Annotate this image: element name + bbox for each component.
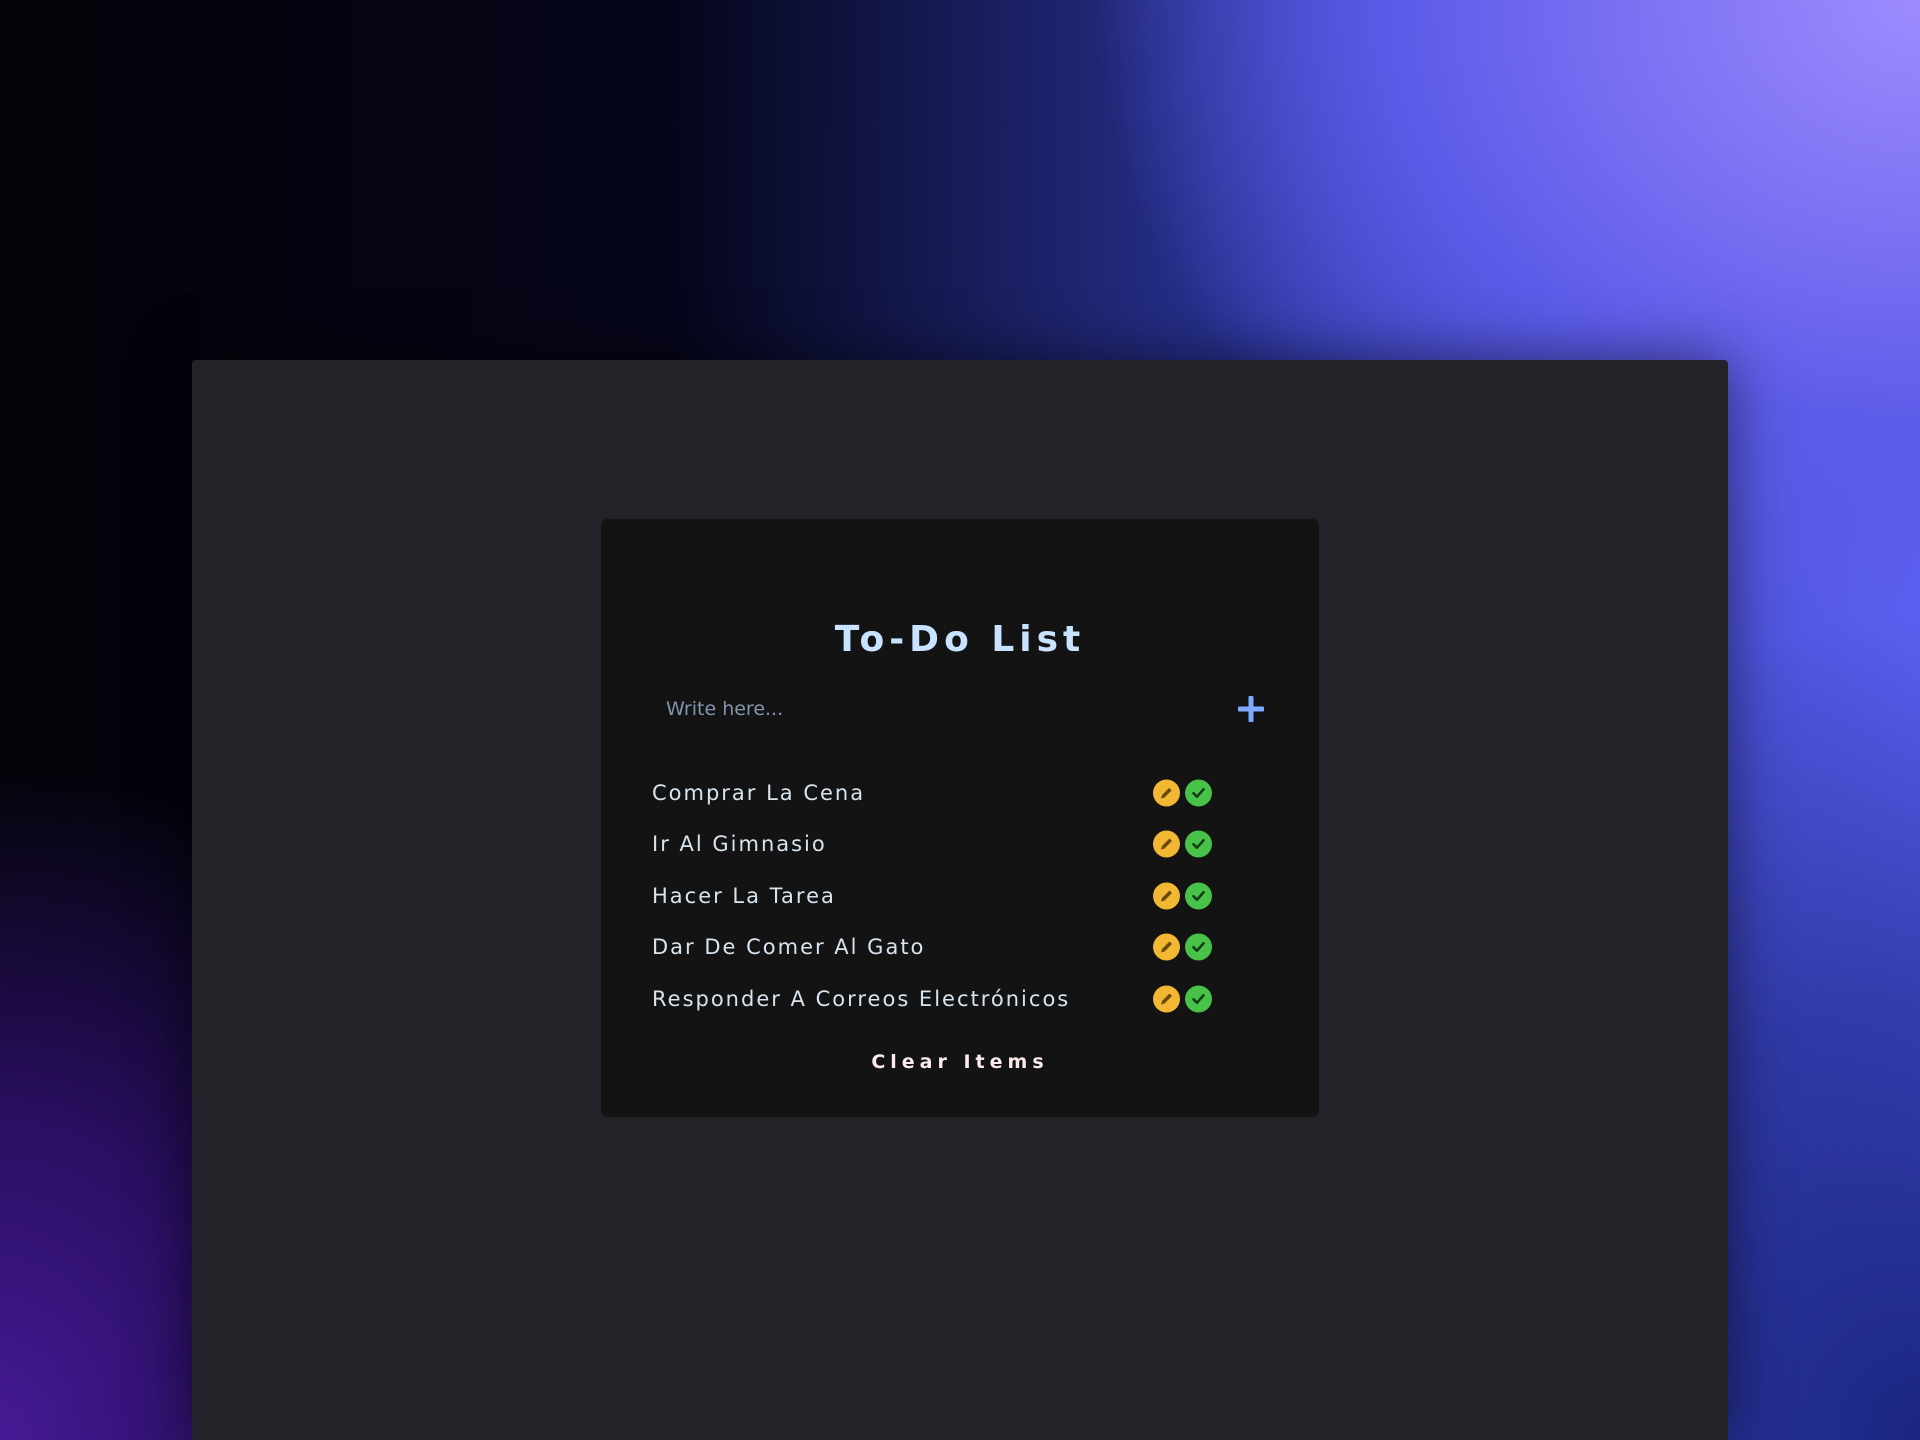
task-actions: [1153, 830, 1212, 858]
task-actions: [1153, 985, 1212, 1013]
pencil-icon: [1161, 838, 1172, 850]
task-actions: [1153, 882, 1212, 910]
pencil-icon: [1161, 890, 1172, 902]
complete-task-button[interactable]: [1185, 985, 1212, 1013]
list-item: Responder A Correos Electrónicos: [652, 973, 1212, 1025]
todo-card: To-Do List Comprar La Cena: [601, 519, 1319, 1117]
task-label: Dar De Comer Al Gato: [652, 935, 926, 960]
edit-task-button[interactable]: [1153, 985, 1180, 1013]
page-title: To-Do List: [834, 619, 1086, 660]
task-label: Comprar La Cena: [652, 780, 866, 805]
app-window: To-Do List Comprar La Cena: [192, 360, 1728, 1440]
add-task-row: [656, 685, 1271, 733]
task-label: Responder A Correos Electrónicos: [652, 986, 1071, 1011]
pencil-icon: [1161, 993, 1172, 1005]
pencil-icon: [1161, 941, 1172, 953]
complete-task-button[interactable]: [1185, 830, 1212, 858]
list-item: Comprar La Cena: [652, 767, 1212, 819]
edit-task-button[interactable]: [1153, 830, 1180, 858]
list-item: Ir Al Gimnasio: [652, 819, 1212, 871]
edit-task-button[interactable]: [1153, 779, 1180, 807]
check-icon: [1192, 787, 1205, 798]
task-actions: [1153, 779, 1212, 807]
task-label: Hacer La Tarea: [652, 883, 836, 908]
add-task-button[interactable]: [1231, 689, 1271, 729]
check-icon: [1192, 839, 1205, 850]
pencil-icon: [1161, 786, 1173, 799]
task-actions: [1153, 933, 1212, 961]
complete-task-button[interactable]: [1185, 882, 1212, 910]
task-label: Ir Al Gimnasio: [652, 832, 827, 857]
complete-task-button[interactable]: [1185, 779, 1212, 807]
edit-task-button[interactable]: [1153, 882, 1180, 910]
check-icon: [1192, 890, 1205, 901]
edit-task-button[interactable]: [1153, 933, 1180, 961]
complete-task-button[interactable]: [1185, 933, 1212, 961]
list-item: Dar De Comer Al Gato: [652, 922, 1212, 974]
task-list: Comprar La Cena Ir Al Gimnasio Hacer La …: [652, 767, 1212, 1025]
check-icon: [1192, 942, 1205, 953]
plus-icon: [1238, 696, 1264, 722]
list-item: Hacer La Tarea: [652, 870, 1212, 922]
task-input[interactable]: [656, 685, 1196, 733]
check-icon: [1192, 993, 1205, 1004]
clear-items-button[interactable]: Clear Items: [850, 1047, 1070, 1077]
